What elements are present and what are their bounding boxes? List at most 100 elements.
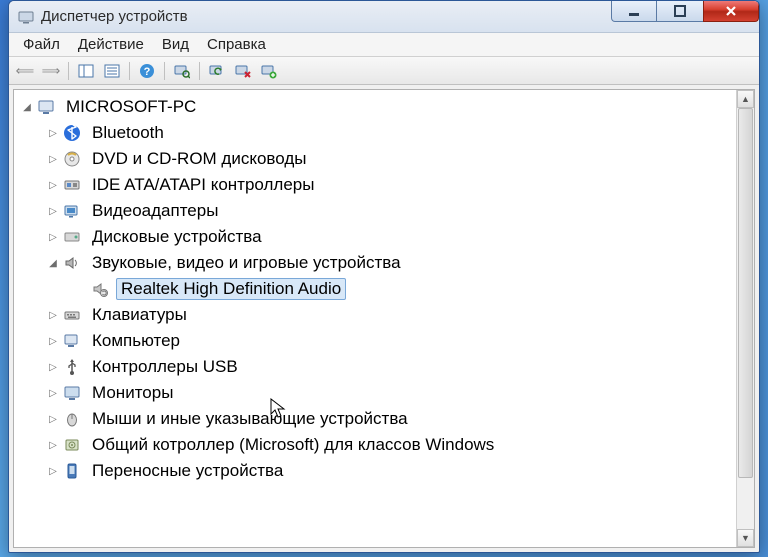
monitor-icon bbox=[62, 383, 82, 403]
tree-category[interactable]: ▷ Клавиатуры bbox=[18, 302, 736, 328]
audio-device-icon bbox=[90, 279, 110, 299]
expand-icon[interactable]: ▷ bbox=[46, 152, 60, 166]
tree-category[interactable]: ▷ IDE ATA/ATAPI контроллеры bbox=[18, 172, 736, 198]
svg-text:?: ? bbox=[144, 66, 151, 78]
tree-device-label: Realtek High Definition Audio bbox=[116, 278, 346, 300]
menubar: Файл Действие Вид Справка bbox=[9, 33, 759, 57]
scroll-track[interactable] bbox=[737, 108, 754, 529]
tree-category[interactable]: ▷ Контроллеры USB bbox=[18, 354, 736, 380]
menu-view[interactable]: Вид bbox=[154, 34, 197, 55]
close-button[interactable] bbox=[703, 0, 759, 22]
uninstall-device-button[interactable] bbox=[231, 60, 255, 82]
tree-category-label: Клавиатуры bbox=[88, 305, 191, 325]
mouse-icon bbox=[62, 409, 82, 429]
tree-category[interactable]: ▷ Мыши и иные указывающие устройства bbox=[18, 406, 736, 432]
tree-category-label: Контроллеры USB bbox=[88, 357, 242, 377]
expand-icon[interactable]: ▷ bbox=[46, 308, 60, 322]
ide-controller-icon bbox=[62, 175, 82, 195]
tree-category-label: Мониторы bbox=[88, 383, 177, 403]
sound-icon bbox=[62, 253, 82, 273]
list-icon bbox=[104, 63, 120, 79]
tree-category[interactable]: ▷ Компьютер bbox=[18, 328, 736, 354]
tree-category-label: Компьютер bbox=[88, 331, 184, 351]
dvd-drive-icon bbox=[62, 149, 82, 169]
expand-icon[interactable]: ▷ bbox=[46, 178, 60, 192]
tree-category[interactable]: ▷ Bluetooth bbox=[18, 120, 736, 146]
tree-category[interactable]: ▷ Переносные устройства bbox=[18, 458, 736, 484]
expand-icon[interactable]: ▷ bbox=[46, 438, 60, 452]
tree-category[interactable]: ▷ Видеоадаптеры bbox=[18, 198, 736, 224]
tree-category-label: Bluetooth bbox=[88, 123, 168, 143]
tree-category-label: Мыши и иные указывающие устройства bbox=[88, 409, 412, 429]
usb-icon bbox=[62, 357, 82, 377]
display-adapter-icon bbox=[62, 201, 82, 221]
expand-icon[interactable]: ▷ bbox=[46, 360, 60, 374]
enable-device-button[interactable] bbox=[257, 60, 281, 82]
scan-hardware-button[interactable] bbox=[170, 60, 194, 82]
scroll-down-button[interactable]: ▼ bbox=[737, 529, 754, 547]
tree-category-label: Переносные устройства bbox=[88, 461, 287, 481]
arrow-right-icon: ⟹ bbox=[42, 63, 61, 79]
tree-category-expanded[interactable]: ◢ Звуковые, видео и игровые устройства bbox=[18, 250, 736, 276]
tree-category[interactable]: ▷ Дисковые устройства bbox=[18, 224, 736, 250]
monitor-refresh-icon bbox=[209, 63, 225, 79]
expand-icon[interactable]: ▷ bbox=[46, 334, 60, 348]
expand-icon[interactable]: ▷ bbox=[46, 230, 60, 244]
titlebar[interactable]: Диспетчер устройств bbox=[9, 1, 759, 33]
toolbar-separator bbox=[199, 62, 200, 80]
scroll-up-button[interactable]: ▲ bbox=[737, 90, 754, 108]
collapse-icon[interactable]: ◢ bbox=[20, 100, 34, 114]
toolbar-separator bbox=[164, 62, 165, 80]
bluetooth-icon bbox=[62, 123, 82, 143]
monitor-search-icon bbox=[174, 63, 190, 79]
system-device-icon bbox=[62, 435, 82, 455]
menu-action[interactable]: Действие bbox=[70, 34, 152, 55]
app-icon bbox=[17, 8, 35, 26]
computer-icon bbox=[36, 97, 56, 117]
expand-icon[interactable]: ▷ bbox=[46, 204, 60, 218]
update-driver-button[interactable] bbox=[205, 60, 229, 82]
tree-root[interactable]: ◢ MICROSOFT-PC bbox=[18, 94, 736, 120]
client-area: ◢ MICROSOFT-PC ▷ Bluetooth ▷ DVD и CD-RO… bbox=[13, 89, 755, 548]
tree-device-selected[interactable]: Realtek High Definition Audio bbox=[18, 276, 736, 302]
toolbar-separator bbox=[68, 62, 69, 80]
tree-category-label: Общий котроллер (Microsoft) для классов … bbox=[88, 435, 498, 455]
nav-back-button[interactable]: ⟸ bbox=[13, 60, 37, 82]
collapse-icon[interactable]: ◢ bbox=[46, 256, 60, 270]
disk-drive-icon bbox=[62, 227, 82, 247]
expand-icon[interactable]: ▷ bbox=[46, 464, 60, 478]
minimize-button[interactable] bbox=[611, 0, 657, 22]
tree-category-label: IDE ATA/ATAPI контроллеры bbox=[88, 175, 318, 195]
expand-icon[interactable]: ▷ bbox=[46, 386, 60, 400]
menu-help[interactable]: Справка bbox=[199, 34, 274, 55]
scroll-thumb[interactable] bbox=[738, 108, 753, 478]
show-hidden-button[interactable] bbox=[74, 60, 98, 82]
window-title: Диспетчер устройств bbox=[41, 8, 188, 25]
device-manager-window: Диспетчер устройств Файл Действие Вид Сп… bbox=[8, 0, 760, 553]
toolbar-separator bbox=[129, 62, 130, 80]
window-controls bbox=[611, 0, 759, 24]
menu-file[interactable]: Файл bbox=[15, 34, 68, 55]
expand-icon[interactable]: ▷ bbox=[46, 126, 60, 140]
help-button[interactable]: ? bbox=[135, 60, 159, 82]
panel-icon bbox=[78, 63, 94, 79]
tree-category[interactable]: ▷ Общий котроллер (Microsoft) для классо… bbox=[18, 432, 736, 458]
tree-category-label: DVD и CD-ROM дисководы bbox=[88, 149, 311, 169]
arrow-left-icon: ⟸ bbox=[16, 63, 35, 79]
help-icon: ? bbox=[139, 63, 155, 79]
nav-forward-button[interactable]: ⟹ bbox=[39, 60, 63, 82]
expand-icon[interactable]: ▷ bbox=[46, 412, 60, 426]
toolbar: ⟸ ⟹ ? bbox=[9, 57, 759, 85]
monitor-remove-icon bbox=[235, 63, 251, 79]
tree-category-label: Видеоадаптеры bbox=[88, 201, 222, 221]
properties-button[interactable] bbox=[100, 60, 124, 82]
maximize-button[interactable] bbox=[657, 0, 703, 22]
tree-category[interactable]: ▷ DVD и CD-ROM дисководы bbox=[18, 146, 736, 172]
monitor-add-icon bbox=[261, 63, 277, 79]
device-tree[interactable]: ◢ MICROSOFT-PC ▷ Bluetooth ▷ DVD и CD-RO… bbox=[14, 90, 736, 547]
tree-root-label: MICROSOFT-PC bbox=[62, 97, 200, 117]
vertical-scrollbar[interactable]: ▲ ▼ bbox=[736, 90, 754, 547]
tree-category[interactable]: ▷ Мониторы bbox=[18, 380, 736, 406]
tree-category-label: Дисковые устройства bbox=[88, 227, 266, 247]
tree-category-label: Звуковые, видео и игровые устройства bbox=[88, 253, 405, 273]
